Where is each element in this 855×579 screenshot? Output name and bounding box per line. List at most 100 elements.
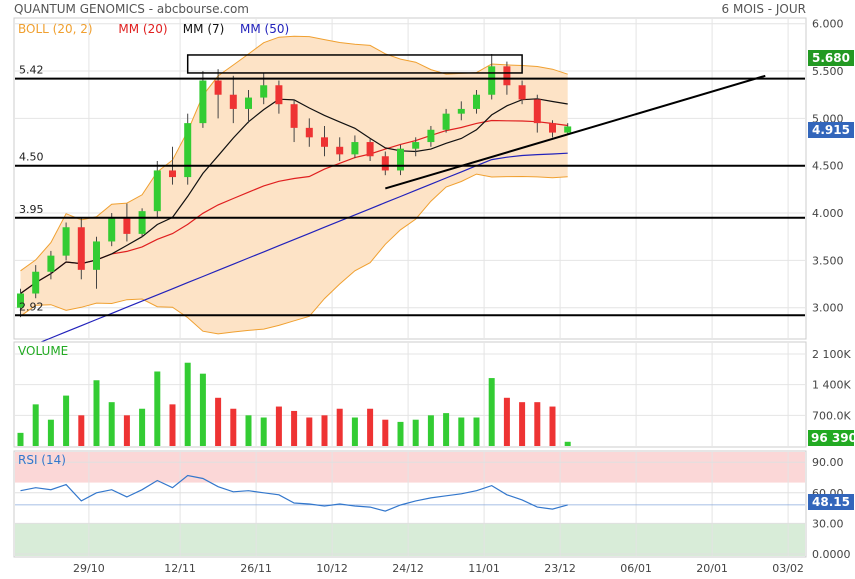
candle-body xyxy=(62,227,70,256)
volume-bar xyxy=(108,402,115,446)
candle-body xyxy=(397,148,404,171)
date-tick-label: 20/01 xyxy=(696,562,728,575)
date-tick-label: 23/12 xyxy=(544,562,576,575)
candle-body xyxy=(123,217,131,234)
price-tick-label: 5.500 xyxy=(812,65,844,78)
volume-bar xyxy=(427,415,434,446)
volume-label: VOLUME xyxy=(18,344,68,358)
candle-body xyxy=(290,104,298,128)
last-volume-value: 96 390 xyxy=(811,431,855,445)
volume-bar xyxy=(260,417,267,446)
rsi-panel: 90.0060.0030.000.0000 RSI (14) 48.15 xyxy=(13,450,854,561)
date-tick-label: 24/12 xyxy=(392,562,424,575)
volume-bar xyxy=(230,408,237,446)
candle-body xyxy=(488,66,496,95)
volume-bar xyxy=(488,378,495,446)
volume-bar xyxy=(245,415,252,446)
support-level-label: 4.50 xyxy=(19,151,44,164)
volume-bar xyxy=(473,417,480,446)
candle-body xyxy=(229,94,237,109)
date-tick-label: 26/11 xyxy=(240,562,272,575)
rsi-overbought-zone xyxy=(15,452,805,483)
candle-body xyxy=(47,255,55,272)
volume-bar xyxy=(215,397,222,446)
volume-bar xyxy=(32,404,39,446)
volume-panel: 2 100K 1 400K 700.0K VOLUME 96 390 xyxy=(13,341,855,448)
volume-bar xyxy=(443,413,450,446)
volume-bar xyxy=(351,417,358,446)
last-volume-badge: 96 390 xyxy=(808,430,855,446)
volume-bar xyxy=(139,408,146,446)
last-price-value: 4.915 xyxy=(812,123,850,137)
price-panel: 5.424.503.952.92 6.0005.5005.0004.5004.0… xyxy=(13,17,854,351)
last-price-badge: 4.915 xyxy=(808,122,854,138)
date-tick-label: 10/12 xyxy=(316,562,348,575)
volume-bar xyxy=(169,404,176,446)
rsi-tick-label: 30.00 xyxy=(812,517,844,530)
candle-body xyxy=(549,123,556,133)
candle-body xyxy=(169,170,176,178)
chart-legend: BOLL (20, 2) MM (20) MM (7) MM (50) xyxy=(18,22,289,36)
volume-bar xyxy=(63,395,70,446)
rsi-tick-label: 90.00 xyxy=(812,456,844,469)
rsi-oversold-zone xyxy=(15,523,805,556)
volume-axis: 2 100K 1 400K 700.0K xyxy=(812,348,851,422)
volume-bar xyxy=(17,432,24,446)
candle-body xyxy=(199,80,207,124)
candle-body xyxy=(138,211,146,234)
candle-body xyxy=(366,142,374,157)
candle-body xyxy=(381,156,389,171)
candle xyxy=(138,208,146,237)
candle-body xyxy=(412,142,420,149)
candle-body xyxy=(93,241,100,270)
volume-bar xyxy=(93,380,100,446)
support-level-label: 3.95 xyxy=(19,203,44,216)
volume-bar xyxy=(519,402,526,446)
volume-bar xyxy=(412,419,419,446)
date-tick-label: 11/01 xyxy=(468,562,500,575)
candle-body xyxy=(184,123,192,178)
candle-body xyxy=(473,94,480,109)
volume-bar xyxy=(367,408,374,446)
candle-body xyxy=(351,142,359,155)
volume-bar xyxy=(503,397,510,446)
candle-body xyxy=(503,66,511,86)
legend-entry: MM (50) xyxy=(240,22,289,36)
date-tick-label: 03/02 xyxy=(772,562,804,575)
legend-entry: BOLL (20, 2) xyxy=(18,22,93,36)
candle-body xyxy=(564,126,572,133)
candle-body xyxy=(214,80,222,95)
candle-body xyxy=(77,227,85,270)
volume-bar xyxy=(199,373,206,446)
volume-bar xyxy=(123,415,130,446)
last-rsi-value: 48.15 xyxy=(812,495,850,509)
price-tick-label: 6.000 xyxy=(812,18,844,31)
volume-bar xyxy=(564,441,571,446)
volume-bar xyxy=(321,415,328,446)
candle xyxy=(184,113,192,185)
volume-bar xyxy=(534,402,541,446)
rsi-label: RSI (14) xyxy=(18,453,66,467)
support-level-label: 5.42 xyxy=(19,64,44,77)
candle-body xyxy=(321,137,328,147)
volume-bar xyxy=(154,371,161,446)
volume-bar xyxy=(291,410,298,446)
volume-bar xyxy=(336,408,343,446)
legend-entry: MM (20) xyxy=(118,22,167,36)
candle-body xyxy=(518,85,526,100)
candle-body xyxy=(442,113,450,130)
high-price-badge: 5.680 xyxy=(808,50,854,66)
price-tick-label: 3.000 xyxy=(812,302,844,315)
candle-body xyxy=(275,85,283,105)
price-tick-label: 4.000 xyxy=(812,207,844,220)
volume-tick-label: 2 100K xyxy=(812,348,851,361)
candle-body xyxy=(336,146,344,155)
volume-bar xyxy=(184,362,191,446)
stock-chart: QUANTUM GENOMICS - abcbourse.com 6 MOIS … xyxy=(13,2,855,575)
chart-period: 6 MOIS - JOUR xyxy=(722,2,806,16)
volume-bar xyxy=(306,417,313,446)
volume-bar xyxy=(275,406,282,446)
date-axis: 29/10 12/11 26/11 10/12 24/12 11/01 23/12 06/01… xyxy=(73,562,804,575)
last-rsi-badge: 48.15 xyxy=(808,494,854,510)
date-tick-label: 29/10 xyxy=(73,562,105,575)
